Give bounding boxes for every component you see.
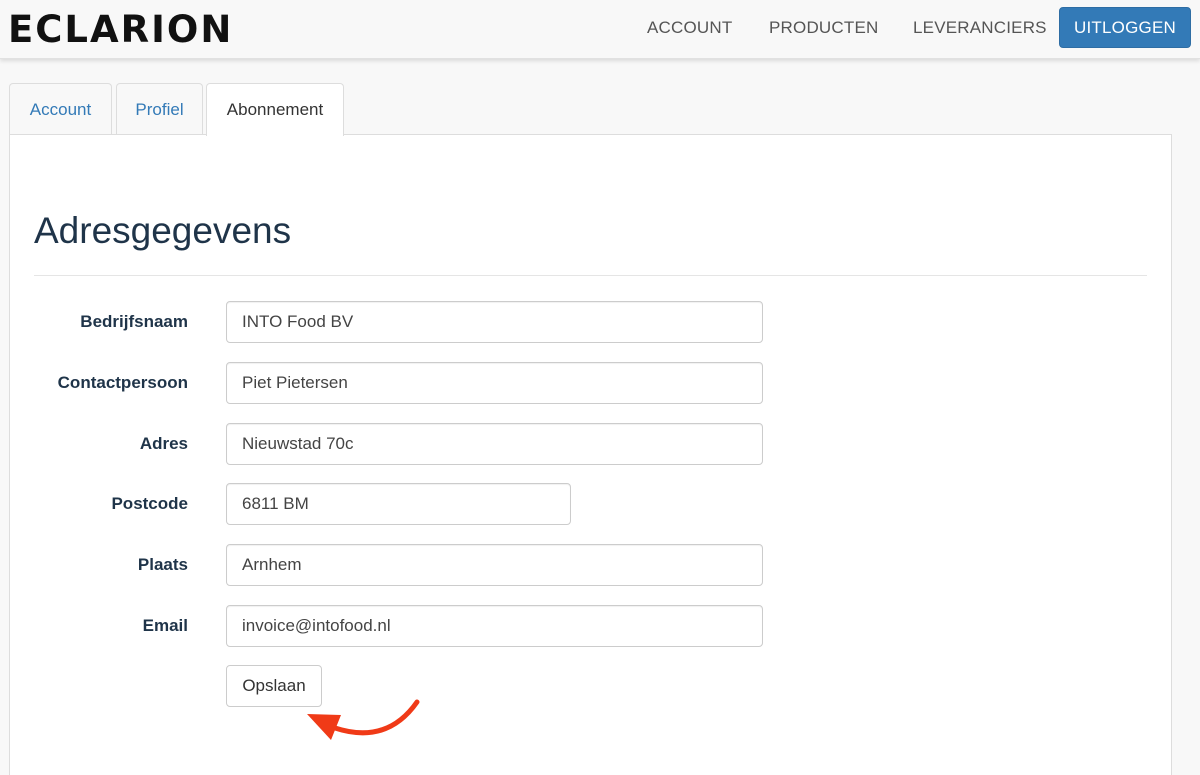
label-plaats: Plaats <box>137 555 188 574</box>
label-bedrijfsnaam: Bedrijfsnaam <box>80 312 188 331</box>
label-contactpersoon: Contactpersoon <box>57 373 188 392</box>
adres-input[interactable]: Nieuwstad 70c <box>226 423 763 465</box>
tab-abonnement[interactable]: Abonnement <box>206 83 344 136</box>
nav-link-producten[interactable]: PRODUCTEN <box>769 17 878 39</box>
label-adres: Adres <box>139 434 188 453</box>
label-postcode: Postcode <box>111 494 188 513</box>
nav-link-account[interactable]: ACCOUNT <box>647 17 732 39</box>
tab-account[interactable]: Account <box>9 83 112 135</box>
bedrijfsnaam-input[interactable]: INTO Food BV <box>226 301 763 343</box>
top-navbar: ECLARION ACCOUNT PRODUCTEN LEVERANCIERS … <box>0 0 1200 59</box>
nav-link-leveranciers[interactable]: LEVERANCIERS <box>913 17 1047 39</box>
label-email: Email <box>142 616 188 635</box>
page-title: Adresgegevens <box>34 210 292 251</box>
plaats-input[interactable]: Arnhem <box>226 544 763 586</box>
title-divider <box>34 275 1147 276</box>
tab-profiel[interactable]: Profiel <box>116 83 203 135</box>
curved-arrow-icon <box>307 699 420 740</box>
brand-logo[interactable]: ECLARION <box>8 6 233 54</box>
email-input[interactable]: invoice@intofood.nl <box>226 605 763 647</box>
postcode-input[interactable]: 6811 BM <box>226 483 571 525</box>
contactpersoon-input[interactable]: Piet Pietersen <box>226 362 763 404</box>
logout-button[interactable]: UITLOGGEN <box>1059 7 1191 48</box>
